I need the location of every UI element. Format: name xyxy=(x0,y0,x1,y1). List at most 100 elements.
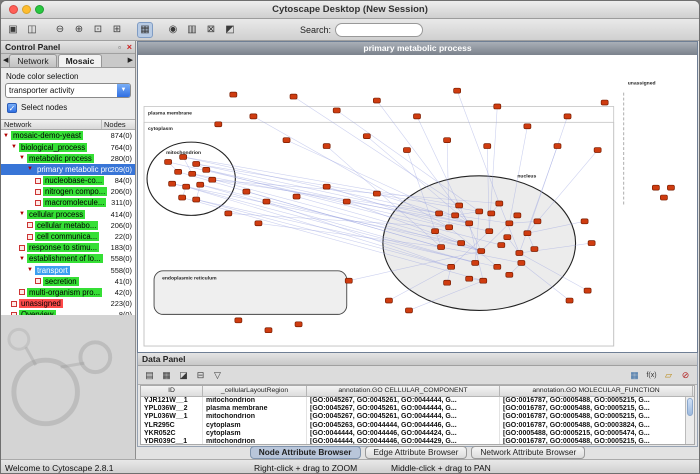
network-node[interactable] xyxy=(496,201,503,206)
network-node[interactable] xyxy=(566,298,573,303)
table-cell[interactable]: mitochondrion xyxy=(203,397,307,405)
zoom-in-icon[interactable]: ⊕ xyxy=(71,22,87,38)
node-color-dropdown[interactable]: transporter activity ▼ xyxy=(5,83,131,98)
network-node[interactable] xyxy=(486,229,493,234)
column-header[interactable]: annotation.GO CELLULAR_COMPONENT xyxy=(307,386,500,396)
expand-arrow-icon[interactable]: ▼ xyxy=(19,155,27,161)
network-node[interactable] xyxy=(554,144,561,149)
tree-row[interactable]: nitrogen compo...206(0) xyxy=(1,186,135,197)
table-cell[interactable]: [GO:0045267, GO:0045261, GO:0044444, G..… xyxy=(307,405,500,413)
tree-row[interactable]: ▼mosaic-demo-yeast874(0) xyxy=(1,130,135,141)
expand-arrow-icon[interactable]: ▼ xyxy=(27,166,35,172)
network-node[interactable] xyxy=(438,245,445,250)
network-node[interactable] xyxy=(444,138,451,143)
column-header[interactable]: annotation.GO MOLECULAR_FUNCTION xyxy=(500,386,693,396)
network-node[interactable] xyxy=(660,195,667,200)
tab-node-attribute-browser[interactable]: Node Attribute Browser xyxy=(250,446,361,459)
network-node[interactable] xyxy=(444,280,451,285)
network-node[interactable] xyxy=(197,182,204,187)
table-cell[interactable]: mitochondrion xyxy=(203,438,307,445)
network-node[interactable] xyxy=(534,219,541,224)
table-cell[interactable]: [GO:0045267, GO:0045261, GO:0044444, G..… xyxy=(307,397,500,405)
tree-row[interactable]: response to stimu...183(0) xyxy=(1,242,135,253)
network-node[interactable] xyxy=(323,144,330,149)
select-first-neighbors-icon[interactable]: ◉ xyxy=(165,22,181,38)
network-node[interactable] xyxy=(385,298,392,303)
network-node[interactable] xyxy=(504,235,511,240)
tree-row[interactable]: ▼metabolic process280(0) xyxy=(1,153,135,164)
network-edge[interactable] xyxy=(253,116,449,227)
table-cell[interactable]: [GO:0016787, GO:0005488, GO:0005215, G..… xyxy=(500,438,693,445)
network-node[interactable] xyxy=(295,322,302,327)
network-node[interactable] xyxy=(290,94,297,99)
network-node[interactable] xyxy=(193,197,200,202)
tree-row[interactable]: ▼establishment of lo...558(0) xyxy=(1,253,135,264)
table-cell[interactable]: [GO:0016787, GO:0005488, GO:0005215, G..… xyxy=(500,397,693,405)
attribute-matrix-icon[interactable]: ▦ xyxy=(627,368,642,383)
formula-builder-icon[interactable]: f(x) xyxy=(644,368,659,383)
network-node[interactable] xyxy=(454,88,461,93)
table-cell[interactable]: [GO:0016787, GO:0005488, GO:0005215, G..… xyxy=(500,413,693,421)
network-node[interactable] xyxy=(594,148,601,153)
network-node[interactable] xyxy=(403,148,410,153)
network-node[interactable] xyxy=(601,100,608,105)
tree-row[interactable]: unassigned223(0) xyxy=(1,298,135,309)
scroll-tabs-right-icon[interactable]: ▶ xyxy=(127,54,134,67)
network-node[interactable] xyxy=(255,221,262,226)
network-node[interactable] xyxy=(478,249,485,254)
network-node[interactable] xyxy=(230,92,237,97)
table-cell[interactable]: cytoplasm xyxy=(203,430,307,438)
scroll-tabs-left-icon[interactable]: ◀ xyxy=(2,54,9,67)
network-node[interactable] xyxy=(514,213,521,218)
network-node[interactable] xyxy=(189,171,196,176)
open-vizmapper-icon[interactable]: ◩ xyxy=(222,22,238,38)
clear-table-icon[interactable]: ⊘ xyxy=(678,368,693,383)
table-cell[interactable]: [GO:0044444, GO:0044446, GO:0044429, G..… xyxy=(307,438,500,445)
table-row[interactable]: YDR039C__1mitochondrion[GO:0044444, GO:0… xyxy=(141,438,694,445)
network-graph[interactable]: plasma membranecytoplasmendoplasmic reti… xyxy=(138,55,697,352)
table-cell[interactable]: [GO:0016787, GO:0005488, GO:0003824, G..… xyxy=(500,422,693,430)
open-session-icon[interactable]: ▣ xyxy=(5,22,21,38)
network-node[interactable] xyxy=(373,98,380,103)
network-node[interactable] xyxy=(652,185,659,190)
network-node[interactable] xyxy=(250,114,257,119)
import-attributes-icon[interactable]: ▱ xyxy=(661,368,676,383)
network-node[interactable] xyxy=(165,159,172,164)
network-node[interactable] xyxy=(488,211,495,216)
tree-row[interactable]: cellular metabo...206(0) xyxy=(1,220,135,231)
network-node[interactable] xyxy=(405,308,412,313)
network-node[interactable] xyxy=(175,169,182,174)
table-cell[interactable]: mitochondrion xyxy=(203,413,307,421)
table-scrollbar[interactable] xyxy=(685,397,694,444)
table-cell[interactable]: [GO:0045267, GO:0045261, GO:0044444, G..… xyxy=(307,413,500,421)
table-cell[interactable]: YPL036W__1 xyxy=(141,413,203,421)
network-node[interactable] xyxy=(588,241,595,246)
table-cell[interactable]: [GO:0016787, GO:0005488, GO:0005215, G..… xyxy=(500,405,693,413)
network-node[interactable] xyxy=(243,189,250,194)
table-scrollbar-thumb[interactable] xyxy=(687,398,693,416)
table-cell[interactable]: YKR052C xyxy=(141,430,203,438)
network-view-title[interactable]: primary metabolic process xyxy=(138,42,697,55)
network-node[interactable] xyxy=(476,209,483,214)
network-node[interactable] xyxy=(506,272,513,277)
tab-mosaic[interactable]: Mosaic xyxy=(58,54,103,67)
table-row[interactable]: YKR052Ccytoplasm[GO:0044444, GO:0044446,… xyxy=(141,430,694,438)
network-node[interactable] xyxy=(466,276,473,281)
table-cell[interactable]: [GO:0045263, GO:0044444, GO:0044446, G..… xyxy=(307,422,500,430)
tab-network-attribute-browser[interactable]: Network Attribute Browser xyxy=(471,446,585,459)
table-cell[interactable]: YLR295C xyxy=(141,422,203,430)
tree-row[interactable]: cell communica...22(0) xyxy=(1,231,135,242)
tree-row[interactable]: ▼cellular process414(0) xyxy=(1,209,135,220)
zoom-window-button[interactable] xyxy=(35,5,44,14)
network-node[interactable] xyxy=(494,264,501,269)
network-node[interactable] xyxy=(193,161,200,166)
zoom-fit-icon[interactable]: ⊞ xyxy=(109,22,125,38)
network-node[interactable] xyxy=(531,247,538,252)
tree-row[interactable]: macromolecule...311(0) xyxy=(1,197,135,208)
network-node[interactable] xyxy=(225,211,232,216)
network-node[interactable] xyxy=(179,195,186,200)
unselect-attributes-icon[interactable]: ▦ xyxy=(159,368,174,383)
network-node[interactable] xyxy=(581,219,588,224)
tree-column-nodes[interactable]: Nodes xyxy=(102,120,135,129)
network-node[interactable] xyxy=(263,199,270,204)
